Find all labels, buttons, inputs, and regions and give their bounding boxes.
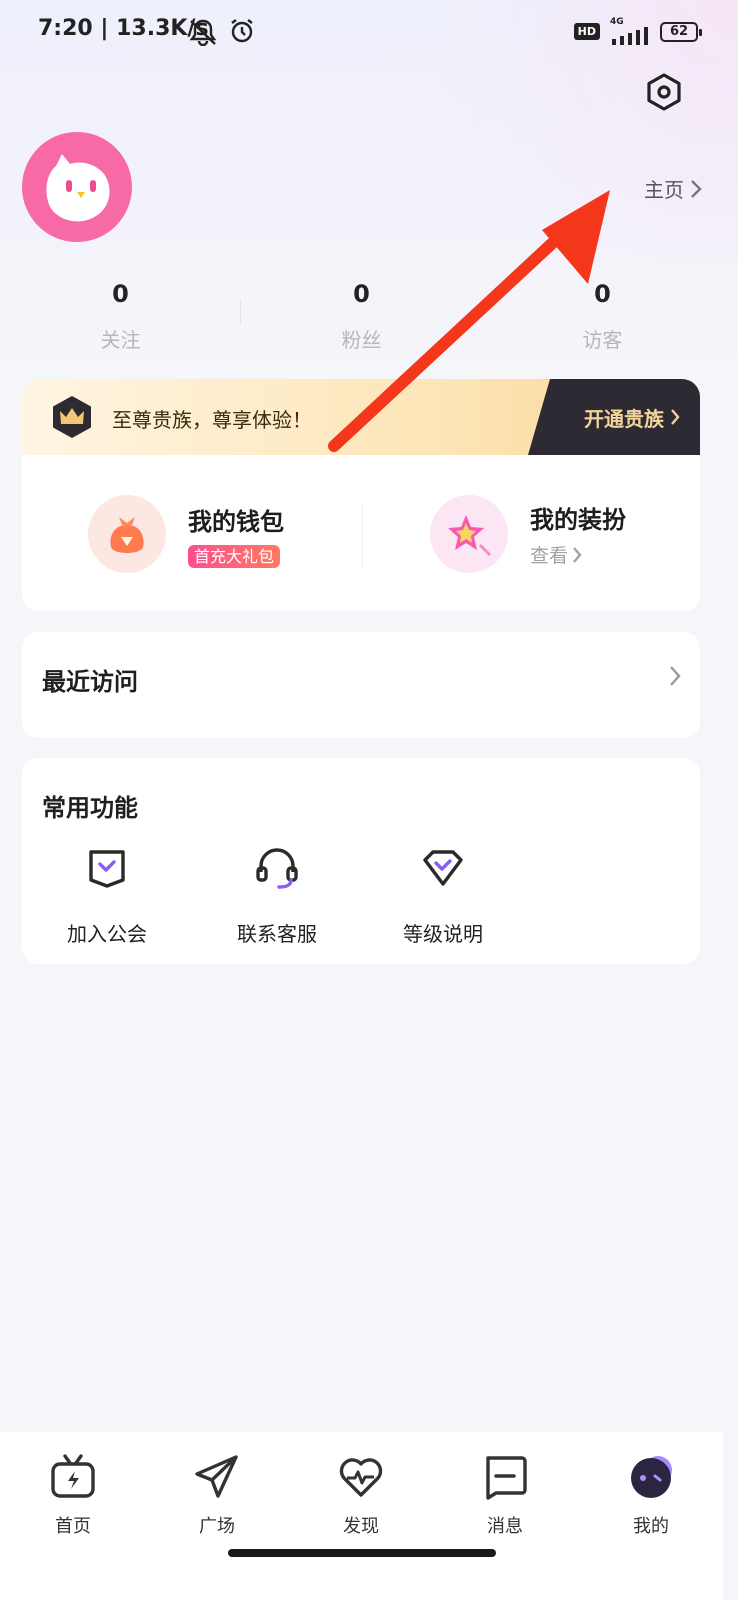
headset-icon — [256, 848, 298, 889]
stat-value: 0 — [112, 280, 129, 308]
chevron-right-icon — [670, 666, 681, 686]
bird-icon — [46, 154, 110, 222]
level-description[interactable]: 等级说明 — [368, 844, 518, 947]
annotation-arrow — [328, 190, 610, 452]
wallet-divider — [362, 503, 363, 567]
feature-label: 联系客服 — [237, 922, 317, 946]
tab-label: 我的 — [633, 1516, 669, 1537]
crown-icon — [53, 396, 91, 438]
recent-visits-title: 最近访问 — [42, 668, 138, 696]
tab-messages[interactable]: 消息 — [450, 1452, 560, 1538]
dress-title: 我的装扮 — [530, 506, 626, 534]
avatar-face-icon — [631, 1456, 672, 1498]
view-label: 查看 — [530, 545, 569, 567]
chevron-right-icon — [671, 409, 680, 425]
home-indicator — [228, 1549, 496, 1557]
bell-muted-icon — [189, 19, 217, 46]
vip-text: 至尊贵族，尊享体验！ — [112, 408, 312, 432]
recent-visits-card[interactable]: 最近访问 — [22, 632, 700, 738]
battery-icon: 62 — [660, 21, 702, 42]
wallet-dress-card: 我的钱包 首充大礼包 我的装扮 查看 — [22, 455, 700, 611]
alarm-icon — [231, 19, 253, 43]
avatar[interactable] — [22, 132, 132, 242]
stat-following[interactable]: 0 关注 — [0, 280, 241, 353]
tab-label: 首页 — [55, 1516, 91, 1537]
stat-divider — [240, 300, 241, 324]
bottom-tab-bar: 首页 广场 发现 消息 我的 — [0, 1432, 723, 1600]
feature-label: 加入公会 — [67, 922, 147, 946]
first-recharge-tag: 首充大礼包 — [188, 544, 281, 568]
settings-hexagon-icon[interactable] — [644, 72, 684, 112]
diamond-check-icon — [423, 850, 463, 886]
wallet-title: 我的钱包 — [188, 507, 284, 536]
status-bar-time: 7:20 | 13.3K/s — [38, 16, 209, 41]
hd-badge: HD — [573, 23, 600, 40]
join-guild[interactable]: 加入公会 — [32, 844, 182, 947]
status-bar-right: HD 4G 62 — [573, 18, 702, 45]
common-functions-card: 常用功能 加入公会 联系客服 等级说明 — [22, 758, 700, 964]
tv-bolt-icon — [51, 1454, 95, 1498]
tab-label: 发现 — [343, 1516, 379, 1537]
signal-icon: 4G — [610, 18, 650, 45]
shield-check-icon — [89, 850, 125, 888]
battery-level: 62 — [669, 24, 689, 39]
chat-box-icon — [486, 1456, 527, 1500]
view-link[interactable]: 查看 — [530, 541, 626, 568]
tab-discover[interactable]: 发现 — [306, 1452, 416, 1538]
money-bag-icon — [88, 495, 166, 573]
tab-label: 广场 — [199, 1516, 235, 1537]
contact-support[interactable]: 联系客服 — [202, 844, 352, 947]
my-wallet[interactable]: 我的钱包 首充大礼包 — [88, 495, 284, 573]
tab-plaza[interactable]: 广场 — [162, 1452, 272, 1538]
network-type: 4G — [610, 17, 624, 27]
feature-label: 等级说明 — [403, 922, 483, 946]
tab-home[interactable]: 首页 — [18, 1452, 128, 1538]
common-functions-title: 常用功能 — [42, 794, 138, 822]
my-dress-up[interactable]: 我的装扮 查看 — [430, 495, 626, 573]
paper-plane-icon — [195, 1455, 238, 1498]
heart-pulse-icon — [339, 1458, 383, 1497]
stat-label: 关注 — [100, 328, 141, 352]
tab-me[interactable]: 我的 — [596, 1452, 706, 1538]
chevron-right-icon — [573, 546, 582, 563]
star-icon — [430, 495, 508, 573]
tab-label: 消息 — [487, 1516, 523, 1537]
chevron-right-icon — [691, 179, 702, 198]
homepage-link[interactable]: 主页 — [644, 174, 702, 203]
homepage-label: 主页 — [644, 178, 684, 202]
